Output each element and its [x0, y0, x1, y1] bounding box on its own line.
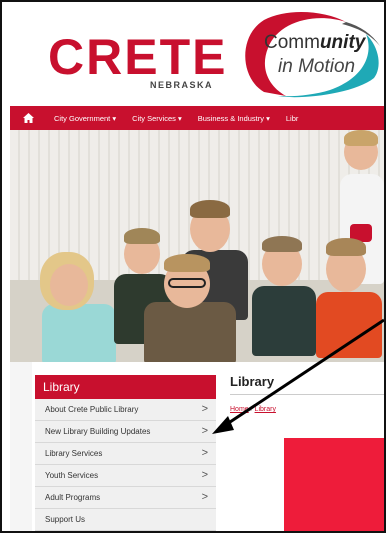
red-banner-block [284, 438, 384, 531]
main-navbar: City Government ▾ City Services ▾ Busine… [10, 106, 384, 130]
sidebar-item-label: Adult Programs [45, 493, 101, 502]
sidebar-item-youth-services[interactable]: Youth Services > [35, 465, 216, 487]
nav-city-government[interactable]: City Government ▾ [46, 114, 124, 123]
child-figure [250, 236, 320, 356]
site-header: CRETE NEBRASKA Community in Motion [2, 2, 384, 102]
breadcrumb: Home / Library [230, 406, 276, 413]
sidebar-item-new-building-updates[interactable]: New Library Building Updates > [35, 421, 216, 443]
sidebar-item-label: Support Us [45, 515, 86, 524]
home-icon[interactable] [10, 113, 46, 123]
sidebar-item-label: New Library Building Updates [45, 427, 151, 436]
breadcrumb-home-link[interactable]: Home [230, 406, 249, 413]
sidebar-item-adult-programs[interactable]: Adult Programs > [35, 487, 216, 509]
tagline-line-2: in Motion [278, 56, 356, 77]
nav-city-services[interactable]: City Services ▾ [124, 114, 190, 123]
page-title: Library [230, 374, 275, 389]
screenshot-frame: CRETE NEBRASKA Community in Motion City … [0, 0, 386, 533]
chevron-right-icon: > [201, 469, 208, 481]
nav-business-industry[interactable]: Business & Industry ▾ [190, 114, 278, 123]
chevron-right-icon: > [201, 425, 208, 437]
sidebar-item-library-services[interactable]: Library Services > [35, 443, 216, 465]
left-gutter [10, 362, 32, 531]
sidebar-item-support-us[interactable]: Support Us [35, 509, 216, 531]
sidebar-item-about[interactable]: About Crete Public Library > [35, 399, 216, 421]
library-sidebar: Library About Crete Public Library > New… [35, 375, 216, 531]
child-figure [312, 238, 384, 358]
swoosh-logo-graphic [245, 11, 380, 98]
child-figure [138, 254, 238, 362]
breadcrumb-current[interactable]: Library [255, 406, 276, 413]
title-divider [230, 394, 384, 395]
hero-photo [10, 130, 384, 362]
breadcrumb-separator: / [250, 406, 253, 413]
tagline-line-1: Community [264, 32, 366, 53]
chevron-right-icon: > [201, 491, 208, 503]
sidebar-item-label: Youth Services [45, 471, 99, 480]
chevron-right-icon: > [201, 403, 208, 415]
sidebar-title: Library [35, 375, 216, 399]
nav-library[interactable]: Libr [278, 114, 307, 123]
sidebar-item-label: About Crete Public Library [45, 405, 139, 414]
sidebar-item-label: Library Services [45, 449, 103, 458]
crete-logo[interactable]: CRETE [48, 32, 227, 82]
logo-state-label: NEBRASKA [150, 80, 214, 90]
chevron-right-icon: > [201, 447, 208, 459]
